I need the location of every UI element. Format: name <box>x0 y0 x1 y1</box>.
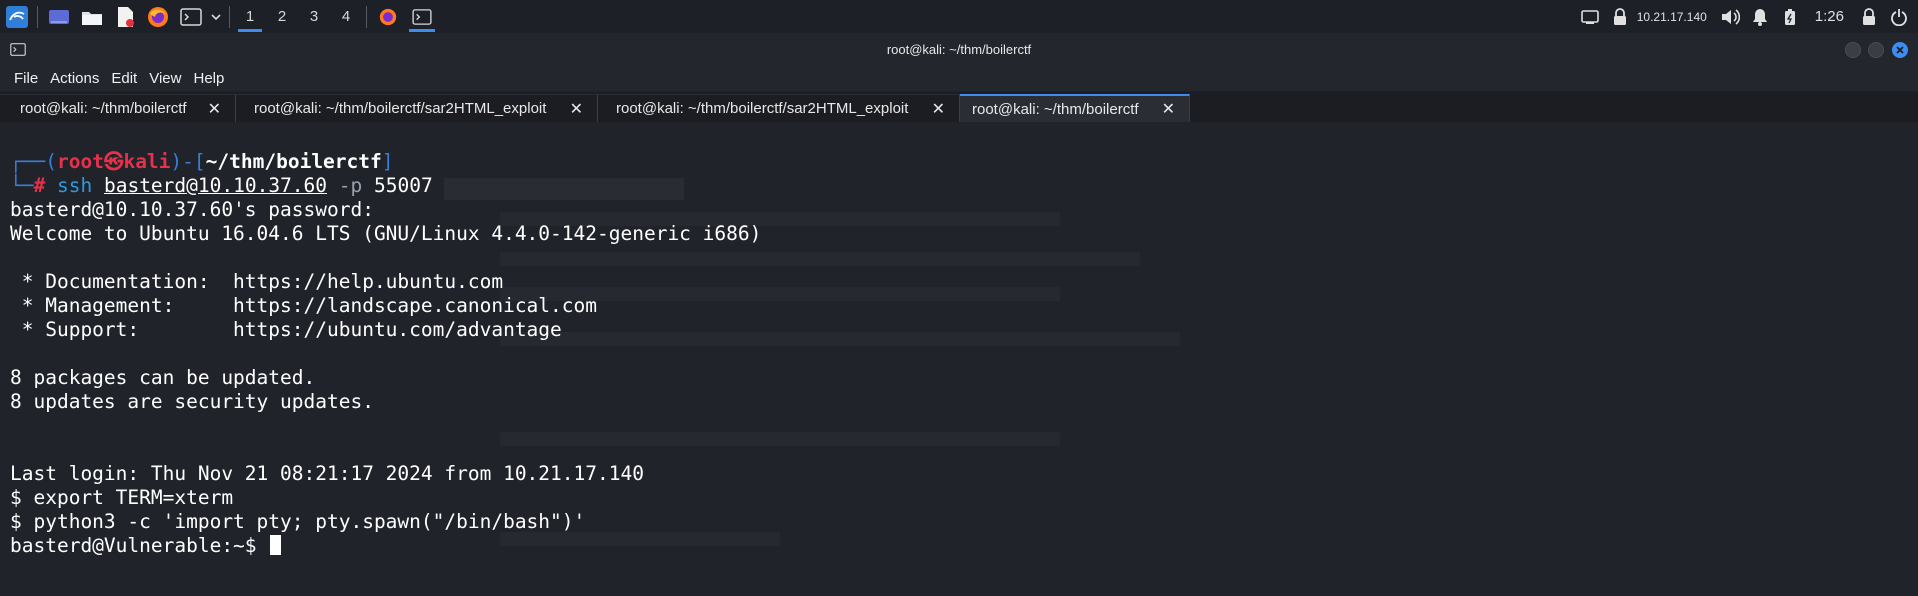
window-terminal-icon <box>10 42 26 56</box>
workspace-label: 2 <box>277 8 287 25</box>
background-ghost-line <box>500 432 1060 446</box>
prompt-hash: # <box>33 174 46 197</box>
top-panel: 1 2 3 4 10.21.17.140 1:26 <box>0 0 1918 34</box>
workspace-2[interactable]: 2 <box>266 0 298 33</box>
firefox-icon[interactable] <box>141 0 174 33</box>
command-target: basterd@10.10.37.60 <box>103 174 328 197</box>
menu-help[interactable]: Help <box>187 70 230 87</box>
workspace-1[interactable]: 1 <box>234 0 266 33</box>
workspace-4[interactable]: 4 <box>330 0 362 33</box>
output-line: * Management: https://landscape.canonica… <box>10 294 597 317</box>
menu-file[interactable]: File <box>8 70 44 87</box>
workspace-label: 3 <box>309 8 319 25</box>
prompt-user: root <box>56 150 104 173</box>
panel-separator <box>229 5 230 28</box>
notification-bell-icon[interactable] <box>1745 0 1775 33</box>
volume-icon[interactable] <box>1715 0 1745 33</box>
prompt-cwd: ~/thm/boilerctf <box>205 150 382 173</box>
background-ghost-line <box>500 532 780 546</box>
tab-1[interactable]: root@kali: ~/thm/boilerctf ✕ <box>0 94 236 122</box>
tab-label: root@kali: ~/thm/boilerctf <box>972 100 1139 118</box>
terminal-cursor <box>270 535 282 555</box>
workspace-label: 1 <box>245 8 255 25</box>
background-ghost-line <box>500 332 1180 346</box>
shell-prompt-line: basterd@Vulnerable:~$ <box>10 534 282 558</box>
output-line: * Support: https://ubuntu.com/advantage <box>10 318 562 341</box>
command-name: ssh <box>56 174 93 197</box>
background-ghost-line <box>500 252 1140 266</box>
tab-close-icon[interactable]: ✕ <box>1162 99 1175 119</box>
window-titlebar[interactable]: root@kali: ~/thm/boilerctf <box>0 33 1918 65</box>
command-line: └─# ssh basterd@10.10.37.60 -p 55007 <box>10 174 433 197</box>
tab-4-active[interactable]: root@kali: ~/thm/boilerctf ✕ <box>960 94 1190 122</box>
output-line: $ python3 -c 'import pty; pty.spawn("/bi… <box>10 510 586 533</box>
output-line: Welcome to Ubuntu 16.04.6 LTS (GNU/Linux… <box>10 222 762 245</box>
file-manager-icon[interactable] <box>75 0 108 33</box>
logout-icon[interactable] <box>1884 0 1914 33</box>
workspace-label: 4 <box>341 8 351 25</box>
menu-edit[interactable]: Edit <box>105 70 143 87</box>
command-flag: -p <box>338 174 363 197</box>
output-line: 8 updates are security updates. <box>10 390 374 413</box>
terminal-launcher-icon[interactable] <box>174 0 207 33</box>
taskbar-terminal-icon[interactable] <box>405 0 439 33</box>
system-tray: 10.21.17.140 1:26 <box>1575 0 1918 33</box>
menu-view[interactable]: View <box>143 70 187 87</box>
tab-close-icon[interactable]: ✕ <box>570 99 583 119</box>
background-ghost-heading <box>444 178 684 200</box>
tab-label: root@kali: ~/thm/boilerctf/sar2HTML_expl… <box>616 100 909 117</box>
tab-close-icon[interactable]: ✕ <box>932 99 945 119</box>
tab-3[interactable]: root@kali: ~/thm/boilerctf/sar2HTML_expl… <box>598 94 960 122</box>
tab-bar: root@kali: ~/thm/boilerctf ✕ root@kali: … <box>0 92 1918 122</box>
menu-bar: File Actions Edit View Help <box>0 65 1918 91</box>
output-line: Last login: Thu Nov 21 08:21:17 2024 fro… <box>10 462 644 485</box>
battery-icon[interactable] <box>1775 0 1805 33</box>
tab-2[interactable]: root@kali: ~/thm/boilerctf/sar2HTML_expl… <box>236 94 598 122</box>
prompt-line: ┌──(root㉿kali)-[~/thm/boilerctf] <box>10 150 394 173</box>
clock[interactable]: 1:26 <box>1815 8 1844 25</box>
ip-address-label: 10.21.17.140 <box>1636 9 1707 24</box>
tab-close-icon[interactable]: ✕ <box>208 99 221 119</box>
shell-prompt: basterd@Vulnerable:~$ <box>10 534 269 557</box>
output-line: $ export TERM=xterm <box>10 486 234 509</box>
close-button[interactable] <box>1892 42 1908 58</box>
panel-separator <box>37 5 38 28</box>
output-line: 8 packages can be updated. <box>10 366 316 389</box>
taskbar-firefox-icon[interactable] <box>371 0 405 33</box>
maximize-button[interactable] <box>1868 42 1884 58</box>
panel-separator <box>366 5 367 28</box>
lock-screen-icon[interactable] <box>1854 0 1884 33</box>
tab-label: root@kali: ~/thm/boilerctf/sar2HTML_expl… <box>254 100 547 117</box>
show-desktop-icon[interactable] <box>42 0 75 33</box>
close-icon <box>1896 46 1904 54</box>
vpn-lock-icon[interactable] <box>1605 0 1635 33</box>
output-line: basterd@10.10.37.60's password: <box>10 198 386 221</box>
tab-label: root@kali: ~/thm/boilerctf <box>20 100 187 117</box>
kali-menu-icon[interactable] <box>0 0 33 33</box>
terminal-area[interactable]: ┌──(root㉿kali)-[~/thm/boilerctf] └─# ssh… <box>0 122 1918 596</box>
menu-actions[interactable]: Actions <box>44 70 105 87</box>
prompt-at: ㉿ <box>103 150 124 173</box>
text-editor-icon[interactable] <box>108 0 141 33</box>
minimize-button[interactable] <box>1845 42 1861 58</box>
command-port: 55007 <box>374 174 433 197</box>
output-line: * Documentation: https://help.ubuntu.com <box>10 270 504 293</box>
prompt-host: kali <box>123 150 171 173</box>
window-title: root@kali: ~/thm/boilerctf <box>886 41 1032 57</box>
workspace-3[interactable]: 3 <box>298 0 330 33</box>
chevron-down-icon[interactable] <box>207 0 225 33</box>
display-icon[interactable] <box>1575 0 1605 33</box>
